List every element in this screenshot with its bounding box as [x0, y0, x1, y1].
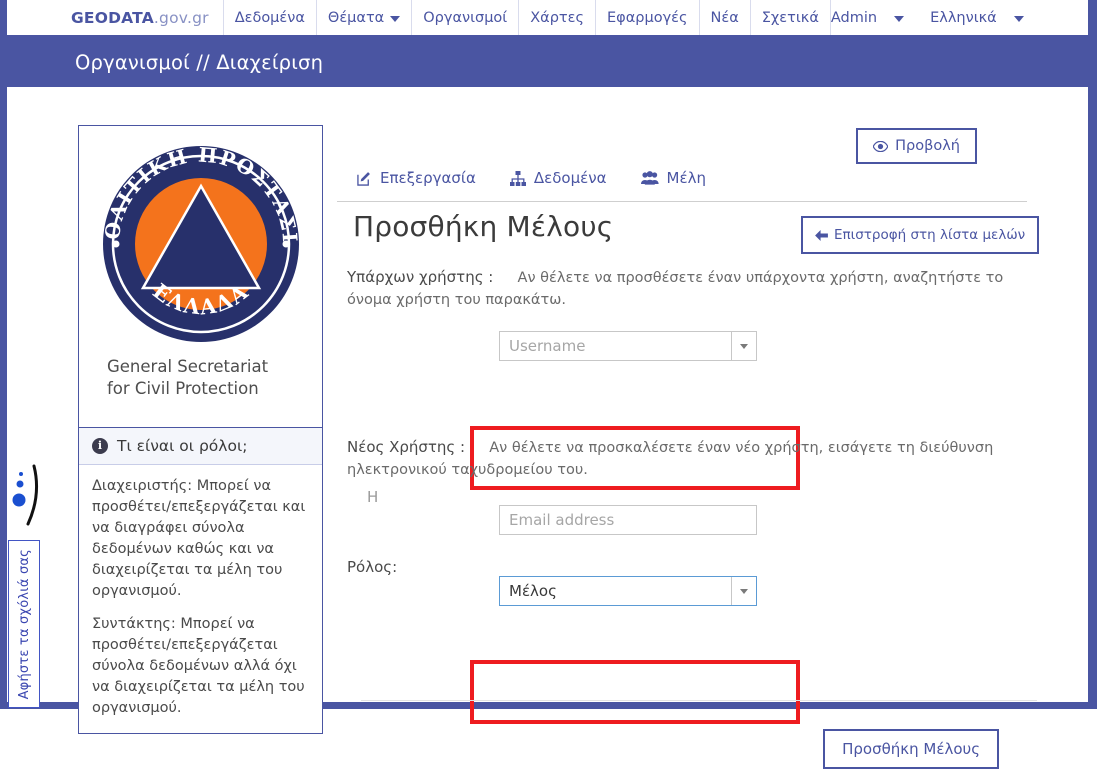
organization-name-line1: General Secretariat	[107, 357, 269, 376]
nav-item-label: Νέα	[710, 9, 739, 26]
new-user-field: Νέος Χρήστης : Αν θέλετε να προσκαλέσετε…	[347, 437, 1037, 481]
form-title-row: Προσθήκη Μέλους Επιστροφή στη λίστα μελώ…	[353, 210, 1040, 254]
role-label: Ρόλος:	[347, 558, 398, 577]
chevron-down-icon	[894, 15, 905, 22]
roles-info-heading: i Τι είναι οι ρόλοι;	[79, 426, 322, 465]
role-select[interactable]: Μέλος	[499, 576, 757, 607]
username-select-value: Username	[509, 337, 586, 356]
username-select-wrap: Username	[499, 331, 1037, 362]
eye-icon	[873, 140, 889, 152]
brand-suffix: .gov.gr	[153, 8, 209, 27]
add-member-form: Υπάρχων χρήστης : Αν θέλετε να προσθέσετ…	[347, 267, 1037, 769]
language-menu-label: Ελληνικά	[930, 9, 997, 26]
view-button-label: Προβολή	[895, 138, 960, 154]
top-navbar: GEODATA .gov.gr Δεδομένα Θέματα Οργανισμο…	[7, 0, 1088, 35]
feedback-widget[interactable]: Αφήστε τα σχόλιά σας	[8, 462, 42, 708]
back-button-label: Επιστροφή στη λίστα μελών	[834, 227, 1026, 243]
chevron-down-icon[interactable]	[731, 577, 756, 606]
nav-item-label: Οργανισμοί	[423, 9, 508, 26]
navbar-right-group: Admin Ελληνικά	[831, 0, 1097, 35]
nav-item-data[interactable]: Δεδομένα	[222, 0, 316, 35]
nav-item-label: Εφαρμογές	[607, 9, 688, 26]
feedback-bubble-icon	[12, 464, 38, 526]
email-field[interactable]	[499, 505, 757, 536]
page-frame-right-border	[1088, 0, 1097, 709]
tab-edit[interactable]: Επεξεργασία	[357, 169, 476, 187]
organization-logo: ΠΟΛΙΤΙΚΗ ΠΡΟΣΤΑΣΙΑ ΕΛΛΑΔΑ General Secret…	[79, 126, 322, 427]
organization-name-line2: for Civil Protection	[107, 379, 259, 399]
roles-info-heading-label: Τι είναι οι ρόλοι;	[117, 436, 248, 455]
nav-item-organizations[interactable]: Οργανισμοί	[411, 0, 518, 35]
tab-label: Δεδομένα	[533, 169, 607, 187]
sitemap-icon	[509, 170, 526, 186]
back-to-members-list-button[interactable]: Επιστροφή στη λίστα μελών	[801, 216, 1040, 254]
edit-icon	[357, 171, 372, 186]
page-frame-left-border	[0, 0, 7, 709]
users-icon	[640, 171, 659, 185]
email-input-wrap	[499, 505, 1037, 536]
tab-data[interactable]: Δεδομένα	[509, 169, 607, 187]
site-brand[interactable]: GEODATA .gov.gr	[7, 0, 223, 35]
page-header-band: Οργανισμοί // Διαχείριση	[7, 38, 1088, 87]
chevron-down-icon	[1013, 15, 1024, 22]
nav-item-news[interactable]: Νέα	[698, 0, 750, 35]
chevron-down-icon[interactable]	[731, 332, 756, 361]
organization-sidebar: ΠΟΛΙΤΙΚΗ ΠΡΟΣΤΑΣΙΑ ΕΛΛΑΔΑ General Secret…	[78, 125, 323, 734]
nav-item-label: Θέματα	[327, 9, 385, 26]
new-user-label: Νέος Χρήστης :	[347, 438, 466, 457]
or-separator-label: Η	[367, 488, 379, 506]
info-icon: i	[92, 437, 108, 454]
nav-item-about[interactable]: Σχετικά	[749, 0, 831, 35]
feedback-tab[interactable]: Αφήστε τα σχόλιά σας	[8, 540, 40, 708]
arrow-left-icon	[815, 229, 828, 241]
highlight-box-role	[470, 660, 800, 724]
language-menu[interactable]: Ελληνικά	[930, 10, 1024, 26]
role-select-value: Μέλος	[509, 582, 557, 601]
role-select-wrap: Μέλος	[499, 576, 1037, 607]
page-title: Προσθήκη Μέλους	[353, 210, 614, 243]
nav-item-topics[interactable]: Θέματα	[315, 0, 411, 35]
page-content: ΠΟΛΙΤΙΚΗ ΠΡΟΣΤΑΣΙΑ ΕΛΛΑΔΑ General Secret…	[7, 87, 1088, 769]
username-select[interactable]: Username	[499, 331, 757, 362]
role-description-editor: Συντάκτης: Μπορεί να προσθέτει/επεξεργάζ…	[92, 615, 305, 716]
feedback-tab-label: Αφήστε τα σχόλιά σας	[16, 548, 32, 700]
tab-label: Μέλη	[666, 169, 706, 187]
role-description-admin: Διαχειριστής: Μπορεί να προσθέτει/επεξερ…	[92, 477, 306, 599]
tab-members[interactable]: Μέλη	[640, 169, 706, 187]
view-button[interactable]: Προβολή	[856, 128, 977, 164]
existing-user-field: Υπάρχων χρήστης : Αν θέλετε να προσθέσετ…	[347, 267, 1037, 311]
role-field: Ρόλος:	[347, 557, 1037, 576]
civil-protection-emblem-icon: ΠΟΛΙΤΙΚΗ ΠΡΟΣΤΑΣΙΑ ΕΛΛΑΔΑ	[97, 140, 300, 342]
chevron-down-icon	[390, 15, 401, 22]
nav-item-maps[interactable]: Χάρτες	[518, 0, 595, 35]
brand-name: GEODATA	[71, 8, 154, 27]
add-member-submit-button[interactable]: Προσθήκη Μέλους	[823, 729, 999, 769]
nav-item-label: Χάρτες	[530, 9, 584, 26]
tab-label: Επεξεργασία	[380, 169, 476, 187]
nav-item-label: Δεδομένα	[234, 9, 305, 26]
nav-item-label: Σχετικά	[761, 9, 819, 26]
section-tabs: Επεξεργασία Δεδομένα Μέλη	[337, 169, 1027, 202]
roles-info-body: Διαχειριστής: Μπορεί να προσθέτει/επεξερ…	[79, 465, 322, 733]
form-footer-separator	[361, 700, 1037, 701]
breadcrumb: Οργανισμοί // Διαχείριση	[75, 51, 324, 74]
existing-user-label: Υπάρχων χρήστης :	[347, 268, 494, 286]
organization-name: General Secretariat for Civil Protection	[89, 348, 268, 419]
nav-item-apps[interactable]: Εφαρμογές	[595, 0, 699, 35]
user-menu-label: Admin	[830, 9, 878, 26]
submit-button-label: Προσθήκη Μέλους	[842, 740, 980, 758]
user-menu[interactable]: Admin	[830, 9, 905, 26]
